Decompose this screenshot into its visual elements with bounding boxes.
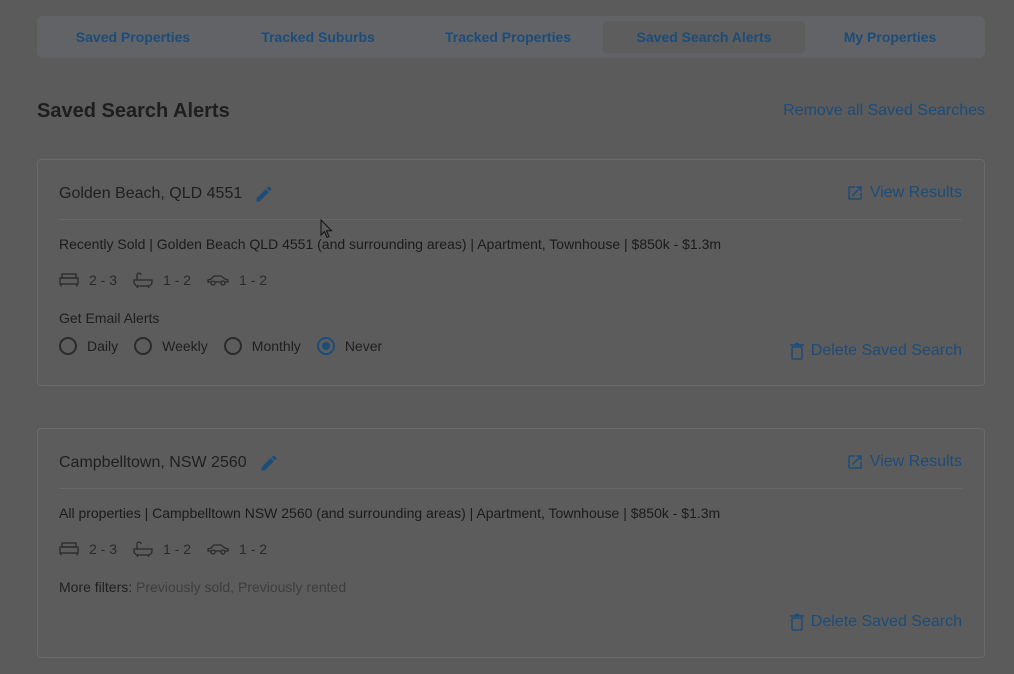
alert-option-monthly[interactable]: Monthly — [223, 337, 301, 355]
saved-search-title: Campbelltown, NSW 2560 — [59, 453, 279, 473]
cars-feature: 1 - 2 — [207, 541, 267, 557]
view-results-label: View Results — [869, 453, 962, 470]
pencil-icon[interactable] — [254, 184, 274, 204]
tab-tracked-suburbs[interactable]: Tracked Suburbs — [223, 21, 413, 53]
saved-search-card: Campbelltown, NSW 2560 View Results All … — [37, 428, 985, 658]
email-alerts-label: Get Email Alerts — [59, 310, 160, 326]
cars-feature: 1 - 2 — [207, 272, 267, 288]
bath-icon — [133, 272, 153, 288]
car-icon — [207, 275, 229, 286]
alert-option-weekly[interactable]: Weekly — [134, 337, 208, 355]
email-alert-options: Daily Weekly Monthly Never — [59, 337, 398, 355]
more-filters: More filters: Previously sold, Previousl… — [59, 579, 346, 595]
alert-option-label: Never — [344, 338, 383, 354]
external-link-icon — [848, 186, 862, 200]
radio-button-selected[interactable] — [316, 337, 335, 355]
trash-icon — [789, 613, 804, 631]
bed-icon — [59, 273, 79, 287]
baths-value: 1 - 2 — [163, 272, 192, 288]
alert-option-daily[interactable]: Daily — [59, 337, 118, 355]
page-title: Saved Search Alerts — [37, 100, 230, 122]
mouse-pointer-icon — [320, 219, 333, 239]
tab-saved-properties[interactable]: Saved Properties — [43, 21, 223, 53]
saved-search-title-text: Golden Beach, QLD 4551 — [59, 185, 243, 202]
property-features: 2 - 3 1 - 2 1 - 2 — [59, 541, 283, 557]
radio-button[interactable] — [59, 337, 77, 355]
divider — [59, 219, 962, 220]
radio-button[interactable] — [134, 337, 153, 355]
tab-bar: Saved Properties Tracked Suburbs Tracked… — [37, 16, 985, 58]
page: Saved Properties Tracked Suburbs Tracked… — [0, 0, 1014, 674]
bed-icon — [59, 542, 79, 556]
delete-saved-search-button[interactable]: Delete Saved Search — [789, 613, 962, 631]
bath-icon — [133, 541, 153, 557]
tab-my-properties[interactable]: My Properties — [805, 21, 975, 53]
view-results-label: View Results — [869, 184, 962, 201]
car-icon — [207, 544, 229, 555]
more-filters-value: Previously sold, Previously rented — [136, 579, 347, 595]
beds-feature: 2 - 3 — [59, 272, 117, 288]
alert-option-never[interactable]: Never — [316, 337, 383, 355]
tab-tracked-properties[interactable]: Tracked Properties — [413, 21, 603, 53]
radio-button[interactable] — [223, 337, 242, 355]
alert-option-label: Monthly — [251, 338, 301, 354]
saved-search-card: Golden Beach, QLD 4551 View Results Rece… — [37, 159, 985, 386]
beds-value: 2 - 3 — [89, 272, 118, 288]
delete-label: Delete Saved Search — [810, 613, 962, 630]
property-features: 2 - 3 1 - 2 1 - 2 — [59, 272, 283, 288]
baths-value: 1 - 2 — [163, 541, 192, 557]
cars-value: 1 - 2 — [239, 541, 268, 557]
beds-feature: 2 - 3 — [59, 541, 117, 557]
external-link-icon — [848, 455, 862, 469]
alert-option-label: Weekly — [162, 338, 208, 354]
tab-saved-search-alerts[interactable]: Saved Search Alerts — [603, 21, 805, 53]
cars-value: 1 - 2 — [239, 272, 268, 288]
baths-feature: 1 - 2 — [133, 272, 191, 288]
view-results-link[interactable]: View Results — [846, 184, 962, 202]
trash-icon — [789, 342, 804, 360]
remove-all-searches-link[interactable]: Remove all Saved Searches — [783, 102, 985, 120]
delete-label: Delete Saved Search — [810, 342, 962, 359]
beds-value: 2 - 3 — [89, 541, 118, 557]
divider — [59, 488, 962, 489]
view-results-link[interactable]: View Results — [846, 453, 962, 471]
saved-search-title: Golden Beach, QLD 4551 — [59, 184, 274, 204]
search-summary: Recently Sold | Golden Beach QLD 4551 (a… — [59, 236, 722, 252]
more-filters-label: More filters: — [59, 579, 133, 595]
alert-option-label: Daily — [87, 338, 119, 354]
saved-search-title-text: Campbelltown, NSW 2560 — [59, 454, 247, 471]
pencil-icon[interactable] — [259, 453, 279, 473]
search-summary: All properties | Campbelltown NSW 2560 (… — [59, 505, 721, 521]
delete-saved-search-button[interactable]: Delete Saved Search — [789, 342, 962, 360]
baths-feature: 1 - 2 — [133, 541, 191, 557]
